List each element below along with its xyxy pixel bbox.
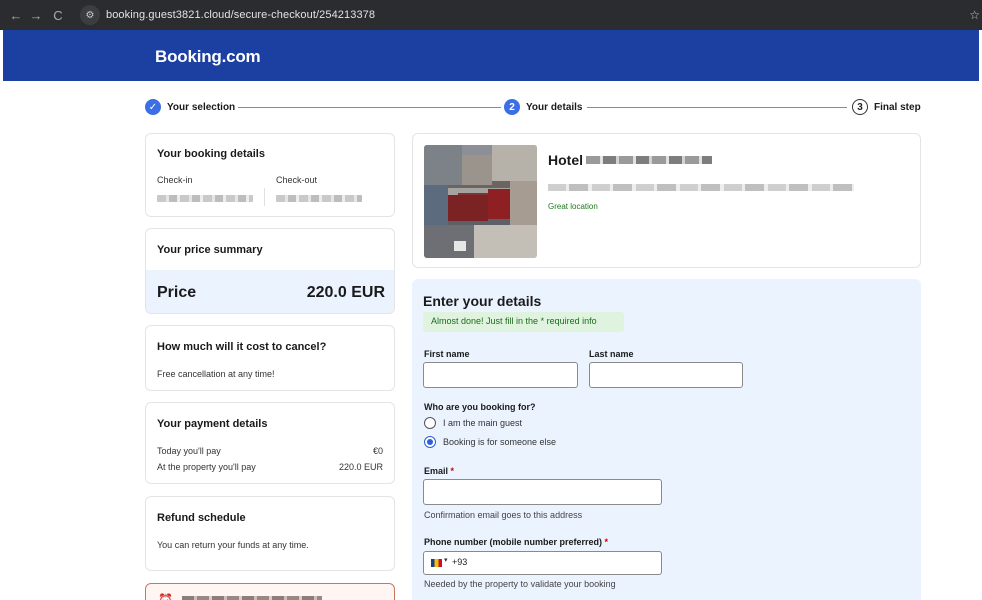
payment-row-value: €0 (372, 446, 383, 456)
cancellation-card: How much will it cost to cancel? Free ca… (145, 325, 395, 391)
hotel-name[interactable]: Hotel (548, 152, 583, 168)
radio-label: I am the main guest (443, 418, 523, 428)
price-band: Price 220.0 EUR (146, 270, 394, 313)
step-your-selection: ✓ Your selection (145, 98, 235, 116)
radio-button-checked[interactable] (424, 436, 436, 448)
payment-row-value: 220.0 EUR (338, 462, 383, 472)
refund-text: You can return your funds at any time. (157, 540, 309, 550)
card-title: Your price summary (157, 244, 263, 256)
payment-details-card: Your payment details Today you'll pay €0… (145, 402, 395, 484)
radio-main-guest[interactable]: I am the main guest (424, 417, 522, 429)
checkin-date-redacted (157, 195, 253, 202)
phone-country-code: +93 (452, 557, 468, 567)
logo[interactable]: Booking.com (155, 47, 261, 67)
country-flag-icon[interactable] (431, 559, 442, 567)
photo-pixel (474, 225, 537, 258)
photo-pixel (424, 225, 474, 258)
site-settings-icon[interactable]: ⚙ (80, 5, 100, 25)
radio-someone-else[interactable]: Booking is for someone else (424, 436, 556, 448)
card-title: Your payment details (157, 418, 268, 430)
phone-label: Phone number (mobile number preferred) * (424, 537, 608, 547)
photo-pixel (492, 145, 537, 181)
photo-pixel (424, 185, 448, 225)
notice-text: Almost done! Just fill in the (431, 316, 541, 326)
alarm-clock-icon: ⏰ (158, 593, 173, 600)
payment-row-label: At the property you'll pay (157, 462, 256, 472)
price-summary-card: Your price summary Price 220.0 EUR (145, 228, 395, 314)
cancellation-text: Free cancellation at any time! (157, 369, 275, 379)
browser-toolbar: ← → C ⚙ booking.guest3821.cloud/secure-c… (0, 0, 982, 30)
notice-text-suffix: required info (544, 316, 597, 326)
payment-row-label: Today you'll pay (157, 446, 221, 456)
email-label: Email * (424, 466, 454, 476)
first-name-label: First name (424, 349, 470, 359)
step-number-icon: 3 (852, 99, 868, 115)
reload-icon[interactable]: C (48, 8, 68, 23)
booking-for-label: Who are you booking for? (424, 402, 536, 412)
checkout-label: Check-out (276, 175, 318, 185)
details-form: Enter your details Almost done! Just fil… (412, 279, 921, 600)
checkin-label: Check-in (157, 175, 193, 185)
form-title: Enter your details (423, 293, 542, 309)
hotel-name-redacted (586, 156, 712, 164)
site-header: Booking.com (3, 30, 979, 81)
step-label: Your selection (167, 101, 236, 113)
photo-pixel (510, 181, 537, 225)
bookmark-star-icon[interactable]: ☆ (969, 8, 980, 22)
photo-pixel (454, 241, 466, 251)
hotel-card: Hotel Great location (412, 133, 921, 268)
divider (264, 188, 265, 206)
hotel-photo[interactable] (424, 145, 537, 258)
booking-details-card: Your booking details Check-in Check-out (145, 133, 395, 217)
step-connector (238, 107, 501, 108)
checkout-progress: ✓ Your selection 2 Your details 3 Final … (145, 98, 921, 118)
step-number-icon: 2 (504, 99, 520, 115)
step-label: Final step (874, 101, 921, 113)
checkout-date-redacted (276, 195, 362, 202)
radio-label: Booking is for someone else (443, 437, 557, 447)
price-value: 220.0 EUR (306, 284, 385, 301)
first-name-input[interactable] (423, 362, 578, 388)
payment-row: Today you'll pay €0 (157, 446, 383, 456)
url-text[interactable]: booking.guest3821.cloud/secure-checkout/… (106, 9, 375, 21)
step-your-details: 2 Your details (504, 98, 583, 116)
last-name-input[interactable] (589, 362, 743, 388)
back-icon[interactable]: ← (6, 8, 26, 23)
price-label: Price (157, 284, 197, 301)
email-input[interactable] (423, 479, 662, 505)
last-name-label: Last name (589, 349, 634, 359)
email-label-text: Email (424, 466, 449, 476)
location-tag: Great location (548, 202, 598, 211)
hotel-address-redacted (548, 184, 854, 191)
alert-text-redacted (182, 596, 322, 600)
forward-icon[interactable]: → (26, 8, 46, 23)
card-title: Refund schedule (157, 512, 246, 524)
phone-label-text: Phone number (mobile number preferred) (424, 537, 603, 547)
card-title: Your booking details (157, 148, 265, 160)
chevron-down-icon[interactable]: ▾ (444, 556, 448, 564)
card-title: How much will it cost to cancel? (157, 341, 327, 353)
photo-pixel (462, 155, 492, 185)
photo-pixel (488, 189, 510, 219)
required-mark: * (604, 537, 609, 547)
phone-input[interactable]: ▾ +93 (423, 551, 662, 575)
payment-row: At the property you'll pay 220.0 EUR (157, 462, 383, 472)
radio-button[interactable] (424, 417, 436, 429)
required-info-notice: Almost done! Just fill in the * required… (423, 312, 624, 332)
phone-hint: Needed by the property to validate your … (424, 579, 616, 589)
photo-pixel (448, 195, 488, 221)
step-connector (587, 107, 847, 108)
required-mark: * (450, 466, 455, 476)
step-label: Your details (526, 101, 583, 113)
alert-card: ⏰ (145, 583, 395, 600)
check-icon: ✓ (145, 99, 161, 115)
email-hint: Confirmation email goes to this address (424, 510, 583, 520)
address-bar[interactable]: ⚙ booking.guest3821.cloud/secure-checkou… (80, 3, 375, 27)
refund-schedule-card: Refund schedule You can return your fund… (145, 496, 395, 571)
photo-pixel (424, 145, 462, 185)
step-final: 3 Final step (852, 98, 921, 116)
